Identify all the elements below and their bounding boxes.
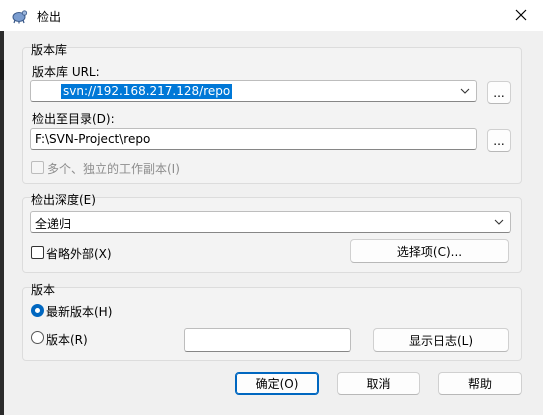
help-button-label: 帮助 bbox=[467, 377, 492, 391]
revision-group-title: 版本 bbox=[31, 283, 56, 297]
multiple-working-copies-checkbox[interactable] bbox=[31, 161, 44, 174]
help-button[interactable]: 帮助 bbox=[438, 372, 522, 395]
cancel-button-label: 取消 bbox=[366, 377, 391, 391]
repository-browse-button[interactable]: ... bbox=[487, 81, 511, 104]
specific-revision-label: 版本(R) bbox=[46, 333, 88, 347]
checkout-directory-label: 检出至目录(D): bbox=[32, 112, 115, 126]
title-bar: 检出 bbox=[0, 0, 543, 31]
chevron-down-icon[interactable] bbox=[494, 217, 504, 227]
chevron-down-icon[interactable] bbox=[460, 86, 470, 96]
multiple-working-copies-label: 多个、独立的工作副本(I) bbox=[47, 162, 180, 176]
cancel-button[interactable]: 取消 bbox=[337, 372, 420, 395]
head-revision-label: 最新版本(H) bbox=[46, 305, 113, 319]
repository-url-label: 版本库 URL: bbox=[32, 65, 100, 79]
choose-items-button[interactable]: 选择项(C)... bbox=[350, 239, 509, 263]
directory-browse-button[interactable]: ... bbox=[487, 129, 511, 152]
repository-group-title: 版本库 bbox=[31, 43, 68, 57]
choose-items-label: 选择项(C)... bbox=[396, 244, 463, 259]
tortoise-app-icon bbox=[12, 10, 28, 24]
omit-externals-checkbox[interactable] bbox=[31, 246, 44, 259]
checkout-depth-value: 全递归 bbox=[35, 217, 72, 231]
close-button[interactable] bbox=[509, 4, 533, 26]
window-title: 检出 bbox=[37, 10, 62, 24]
show-log-label: 显示日志(L) bbox=[408, 333, 474, 348]
checkout-depth-title: 检出深度(E) bbox=[31, 193, 96, 207]
background-window-edge bbox=[0, 31, 4, 415]
repository-url-combobox[interactable]: svn://192.168.217.128/repo bbox=[30, 80, 477, 102]
close-icon bbox=[515, 9, 527, 21]
browse-button-label: ... bbox=[493, 133, 505, 148]
checkout-directory-value: F:\SVN-Project\repo bbox=[35, 132, 151, 146]
ok-button-label: 确定(O) bbox=[255, 377, 299, 391]
show-log-button[interactable]: 显示日志(L) bbox=[373, 328, 509, 352]
browse-button-label: ... bbox=[493, 85, 505, 100]
omit-externals-label: 省略外部(X) bbox=[46, 247, 112, 261]
checkout-directory-input[interactable]: F:\SVN-Project\repo bbox=[30, 128, 477, 150]
background-window-edge bbox=[0, 60, 4, 80]
checkout-depth-dropdown[interactable]: 全递归 bbox=[30, 211, 511, 233]
head-revision-radio[interactable] bbox=[31, 304, 44, 317]
repository-url-value: svn://192.168.217.128/repo bbox=[61, 84, 233, 99]
revision-number-input[interactable] bbox=[184, 328, 351, 352]
specific-revision-radio[interactable] bbox=[31, 331, 44, 344]
ok-button[interactable]: 确定(O) bbox=[235, 372, 319, 395]
